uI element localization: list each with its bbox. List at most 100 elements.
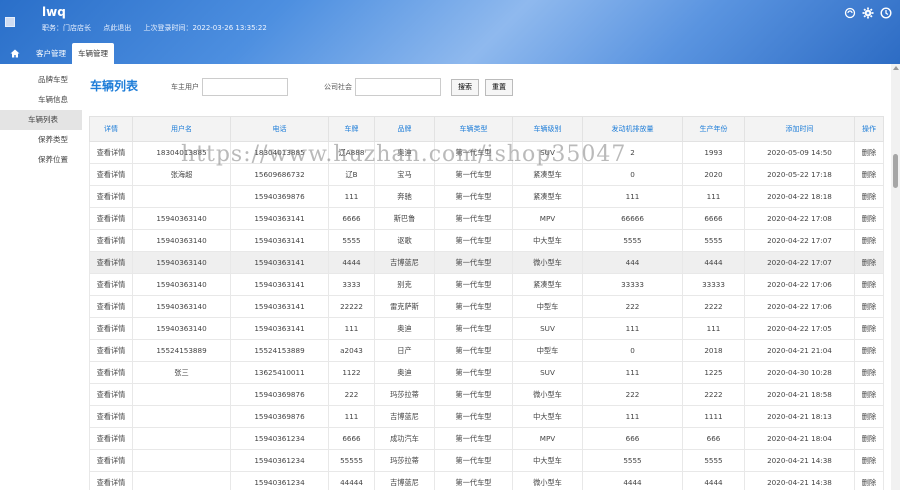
table-cell: 15940363140 [132, 251, 231, 274]
column-header: 详情 [89, 116, 133, 142]
table-cell: 18304013885 [132, 141, 231, 164]
table-cell: 2020-04-22 18:18 [744, 185, 855, 208]
table-cell: 奥迪 [374, 141, 435, 164]
view-details-link[interactable]: 查看详情 [89, 229, 133, 252]
view-details-link[interactable]: 查看详情 [89, 185, 133, 208]
table-cell: 斯巴鲁 [374, 207, 435, 230]
gear-icon[interactable] [862, 7, 874, 19]
table-row[interactable]: 查看详情 15940363140 15940363141 5555 讴歌 第一代车型 中大型… [89, 229, 884, 252]
owner-search-input[interactable] [202, 78, 288, 96]
delete-link[interactable]: 删除 [854, 229, 884, 252]
scrollbar-thumb[interactable] [893, 154, 898, 188]
view-details-link[interactable]: 查看详情 [89, 141, 133, 164]
table-row[interactable]: 查看详情 15940369876 111 吉博蓝尼 第一代车型 中大型车 111 1111 20… [89, 405, 884, 428]
delete-link[interactable]: 删除 [854, 141, 884, 164]
delete-link[interactable]: 删除 [854, 471, 884, 490]
table-row[interactable]: 查看详情 张三 13625410011 1122 奥迪 第一代车型 SUV 111 1225 20… [89, 361, 884, 384]
search-label-owner: 车主用户 [171, 83, 199, 91]
table-cell: 张海超 [132, 163, 231, 186]
sidebar-item-maintenance-type[interactable]: 保养类型 [0, 130, 82, 150]
delete-link[interactable]: 删除 [854, 273, 884, 296]
table-cell: 第一代车型 [434, 471, 513, 490]
search-button[interactable]: 搜索 [451, 78, 479, 96]
table-row[interactable]: 查看详情 15940369876 111 奔驰 第一代车型 紧凑型车 111 111 2020-… [89, 185, 884, 208]
table-row[interactable]: 查看详情 15940361234 44444 吉博蓝尼 第一代车型 微小型车 4444 444… [89, 471, 884, 490]
delete-link[interactable]: 删除 [854, 427, 884, 450]
table-cell: 15524153889 [230, 339, 329, 362]
table-cell: 日产 [374, 339, 435, 362]
table-row[interactable]: 查看详情 15940361234 55555 玛莎拉蒂 第一代车型 中大型车 5555 555… [89, 449, 884, 472]
table-cell: 奥迪 [374, 361, 435, 384]
tab-customer-management[interactable]: 客户管理 [30, 43, 72, 64]
delete-link[interactable]: 删除 [854, 207, 884, 230]
user-role: 职务：门店店长 [42, 24, 91, 32]
table-cell: 55555 [328, 449, 375, 472]
sidebar-item-vehicle-info[interactable]: 车辆信息 [0, 90, 82, 110]
view-details-link[interactable]: 查看详情 [89, 163, 133, 186]
table-cell: 2020-04-22 17:05 [744, 317, 855, 340]
table-cell: 成功汽车 [374, 427, 435, 450]
table-row[interactable]: 查看详情 15940363140 15940363141 4444 吉博蓝尼 第一代车型微… [89, 251, 884, 274]
view-details-link[interactable]: 查看详情 [89, 273, 133, 296]
view-details-link[interactable]: 查看详情 [89, 361, 133, 384]
delete-link[interactable]: 删除 [854, 339, 884, 362]
view-details-link[interactable]: 查看详情 [89, 339, 133, 362]
table-row[interactable]: 查看详情 15940363140 15940363141 3333 别克 第一代车型 紧凑型… [89, 273, 884, 296]
table-cell [132, 383, 231, 406]
table-row[interactable]: 查看详情 15940369876 222 玛莎拉蒂 第一代车型 微小型车 222 2222 20… [89, 383, 884, 406]
table-row[interactable]: 查看详情 15940363140 15940363141 111 奥迪 第一代车型 SUV 1… [89, 317, 884, 340]
table-row[interactable]: 查看详情 张海超 15609686732 辽B 宝马 第一代车型 紧凑型车 0 2020 2020… [89, 163, 884, 186]
clock-icon[interactable] [880, 7, 892, 19]
table-row[interactable]: 查看详情 15940363140 15940363141 6666 斯巴鲁 第一代车型 MP… [89, 207, 884, 230]
delete-link[interactable]: 删除 [854, 317, 884, 340]
search-label-company: 公司社会 [324, 83, 352, 91]
skin-icon[interactable] [844, 7, 856, 19]
delete-link[interactable]: 删除 [854, 405, 884, 428]
table-cell: 66666 [582, 207, 683, 230]
sidebar-item-vehicle-list[interactable]: 车辆列表 [0, 110, 82, 130]
sidebar-item-brand-model[interactable]: 品牌车型 [0, 70, 82, 90]
table-cell: 5555 [682, 449, 745, 472]
view-details-link[interactable]: 查看详情 [89, 471, 133, 490]
view-details-link[interactable]: 查看详情 [89, 405, 133, 428]
view-details-link[interactable]: 查看详情 [89, 207, 133, 230]
table-cell: 15940369876 [230, 383, 329, 406]
column-header: 添加时间 [744, 116, 855, 142]
page-scrollbar[interactable] [891, 64, 900, 490]
reset-button[interactable]: 重置 [485, 78, 513, 96]
sidebar-item-maintenance-location[interactable]: 保养位置 [0, 150, 82, 170]
table-cell: SUV [512, 317, 583, 340]
table-cell: 2222 [682, 295, 745, 318]
delete-link[interactable]: 删除 [854, 251, 884, 274]
delete-link[interactable]: 删除 [854, 163, 884, 186]
delete-link[interactable]: 删除 [854, 383, 884, 406]
tab-vehicle-management[interactable]: 车辆管理 [72, 43, 114, 64]
table-row[interactable]: 查看详情 18304013885 18304013885 辽A888 奥迪 第一代车型 SU… [89, 141, 884, 164]
view-details-link[interactable]: 查看详情 [89, 295, 133, 318]
table-cell: 3333 [328, 273, 375, 296]
company-search-input[interactable] [355, 78, 441, 96]
table-cell [132, 449, 231, 472]
table-cell: 13625410011 [230, 361, 329, 384]
table-cell: 第一代车型 [434, 295, 513, 318]
table-cell: 2020-05-09 14:50 [744, 141, 855, 164]
table-cell: 1993 [682, 141, 745, 164]
view-details-link[interactable]: 查看详情 [89, 427, 133, 450]
view-details-link[interactable]: 查看详情 [89, 383, 133, 406]
view-details-link[interactable]: 查看详情 [89, 449, 133, 472]
delete-link[interactable]: 删除 [854, 449, 884, 472]
delete-link[interactable]: 删除 [854, 295, 884, 318]
view-details-link[interactable]: 查看详情 [89, 251, 133, 274]
logout-link[interactable]: 点此退出 [103, 24, 131, 32]
view-details-link[interactable]: 查看详情 [89, 317, 133, 340]
delete-link[interactable]: 删除 [854, 361, 884, 384]
top-tabs: 客户管理 车辆管理 [0, 43, 114, 64]
table-cell: 微小型车 [512, 471, 583, 490]
table-row[interactable]: 查看详情 15940363140 15940363141 22222 雷克萨斯 第一代车型… [89, 295, 884, 318]
home-tab[interactable] [0, 43, 30, 64]
scroll-up-icon[interactable] [893, 66, 899, 70]
table-cell: 111 [582, 185, 683, 208]
table-row[interactable]: 查看详情 15524153889 15524153889 a2043 日产 第一代车型 中型… [89, 339, 884, 362]
delete-link[interactable]: 删除 [854, 185, 884, 208]
table-row[interactable]: 查看详情 15940361234 6666 成功汽车 第一代车型 MPV 666 666 202… [89, 427, 884, 450]
